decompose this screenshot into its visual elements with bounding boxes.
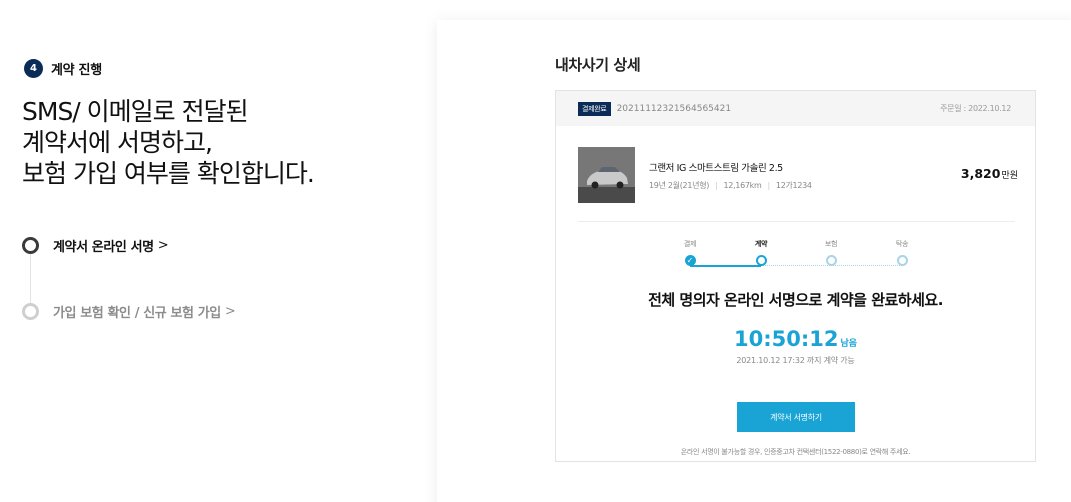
sign-contract-button[interactable]: 계약서 서명하기 bbox=[737, 402, 855, 432]
separator: | bbox=[767, 181, 771, 190]
headline-line: 계약서에 서명하고, bbox=[22, 128, 213, 157]
price-value: 3,820 bbox=[960, 166, 1001, 181]
pending-stage-icon bbox=[896, 255, 908, 266]
card-title: 내차사기 상세 bbox=[555, 56, 641, 74]
option-label: 가입 보험 확인 / 신규 보험 가입 bbox=[53, 306, 221, 321]
main-message: 전체 명의자 온라인 서명으로 계약을 완료하세요. bbox=[648, 291, 943, 309]
car-price: 3,820만원 bbox=[961, 166, 1018, 181]
contact-note: 온라인 서명이 불가능할 경우, 인증중고차 컨택센터(1522-0880)로 … bbox=[680, 448, 911, 456]
car-meta: 19년 2월(21년형) | 12,167km | 12가1234 bbox=[649, 180, 812, 191]
order-header: 결제완료 20211112321564565421 주문일 : 2022.10.… bbox=[556, 91, 1035, 126]
stage-label: 보험 bbox=[824, 240, 838, 248]
option-label: 계약서 온라인 서명 bbox=[53, 240, 154, 255]
order-box: 결제완료 20211112321564565421 주문일 : 2022.10.… bbox=[555, 90, 1036, 462]
car-summary: 그랜저 IG 스마트스트림 가솔린 2.5 19년 2월(21년형) | 12,… bbox=[578, 147, 1018, 205]
separator: | bbox=[715, 181, 718, 190]
stage-insurance: 보험 bbox=[806, 239, 856, 266]
option-insurance-check[interactable]: 가입 보험 확인 / 신규 보험 가입 > bbox=[22, 302, 236, 321]
payment-status-badge: 결제완료 bbox=[578, 101, 611, 116]
stage-payment: 결제 ✓ bbox=[665, 239, 715, 266]
headline-line: 보험 가입 여부를 확인합니다. bbox=[22, 159, 315, 188]
car-plate: 12가1234 bbox=[775, 181, 812, 190]
option-online-signature[interactable]: 계약서 온라인 서명 > bbox=[22, 236, 169, 255]
car-name: 그랜저 IG 스마트스트림 가솔린 2.5 bbox=[649, 163, 783, 174]
step-title: 계약 진행 bbox=[51, 63, 102, 78]
stage-label: 결제 bbox=[683, 240, 697, 248]
car-mileage: 12,167km bbox=[723, 181, 762, 190]
stage-contract: 계약 bbox=[736, 239, 786, 266]
current-stage-icon bbox=[755, 255, 767, 266]
car-year: 19년 2월(21년형) bbox=[649, 181, 710, 190]
car-thumbnail bbox=[578, 147, 635, 203]
stage-label: 탁송 bbox=[895, 240, 909, 248]
countdown-timer: 10:50:12 남음 bbox=[556, 327, 1035, 351]
radio-active-icon bbox=[22, 237, 39, 254]
headline: SMS/ 이메일로 전달된 계약서에 서명하고, 보험 가입 여부를 확인합니다… bbox=[22, 96, 422, 189]
progress-stepper: 결제 ✓ 계약 보험 탁송 bbox=[556, 239, 1035, 279]
timer-suffix: 남음 bbox=[840, 339, 858, 349]
timer-value: 10:50:12 bbox=[733, 327, 839, 351]
deadline-text: 2021.10.12 17:32 까지 계약 가능 bbox=[736, 356, 855, 365]
radio-inactive-icon bbox=[22, 303, 39, 320]
divider bbox=[578, 221, 1015, 222]
check-icon: ✓ bbox=[684, 255, 696, 266]
pending-stage-icon bbox=[825, 255, 837, 266]
order-date: 주문일 : 2022.10.12 bbox=[940, 104, 1011, 113]
purchase-detail-card: 내차사기 상세 결제완료 20211112321564565421 주문일 : … bbox=[437, 20, 1071, 502]
stage-label: 계약 bbox=[754, 240, 768, 248]
chevron-right-icon: > bbox=[157, 238, 169, 253]
step-number-badge: 4 bbox=[24, 59, 43, 78]
order-number: 20211112321564565421 bbox=[616, 103, 732, 114]
step-header: 4 계약 진행 bbox=[24, 59, 102, 78]
option-connector-line bbox=[30, 254, 31, 304]
headline-line: SMS/ 이메일로 전달된 bbox=[22, 97, 249, 126]
chevron-right-icon: > bbox=[224, 304, 236, 319]
price-unit: 만원 bbox=[1001, 171, 1018, 181]
stage-delivery: 탁송 bbox=[877, 239, 927, 266]
